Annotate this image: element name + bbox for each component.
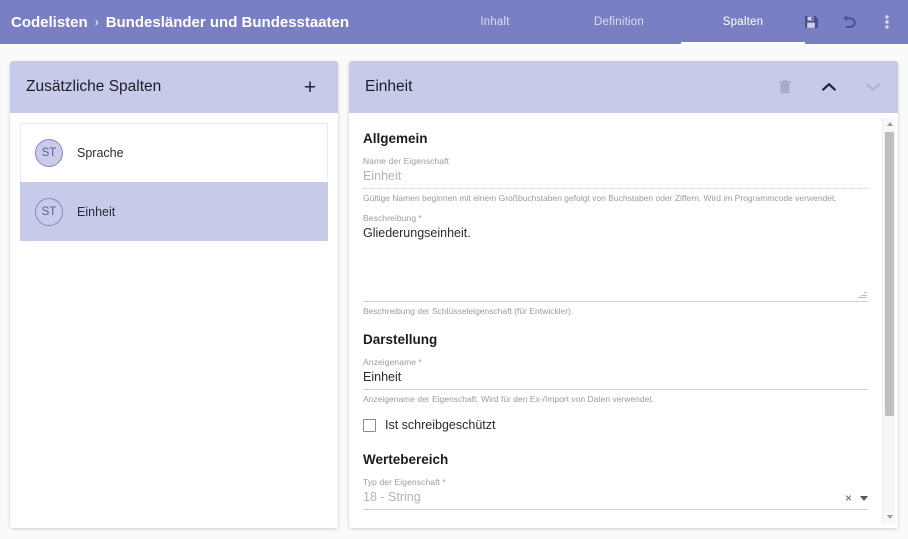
- more-vert-icon: [885, 15, 889, 29]
- caret-down-icon: [886, 515, 893, 519]
- undo-icon: [843, 15, 856, 28]
- list-item-einheit[interactable]: ST Einheit: [20, 182, 328, 241]
- scroll-down-button[interactable]: [883, 511, 896, 523]
- field-hint: Gültige Namen beginnen mit einem Großbuc…: [363, 193, 837, 203]
- delete-button[interactable]: [772, 74, 798, 100]
- column-detail-title: Einheit: [365, 78, 413, 95]
- field-beschreibung: Beschreibung * Gliederungseinheit. Besch…: [363, 213, 868, 316]
- list-item-label: Einheit: [77, 204, 116, 219]
- chevron-down-icon[interactable]: [860, 495, 868, 501]
- move-up-button[interactable]: [816, 74, 842, 100]
- tab-spalten[interactable]: Spalten: [681, 0, 805, 44]
- tab-spalten-label: Spalten: [722, 16, 764, 28]
- property-name-input[interactable]: Einheit: [363, 169, 868, 189]
- additional-columns-header: Zusätzliche Spalten +: [10, 61, 338, 113]
- chevron-up-icon: [822, 83, 836, 91]
- section-title-wertebereich: Wertebereich: [363, 452, 449, 467]
- field-label: Anzeigename *: [363, 357, 422, 367]
- readonly-checkbox[interactable]: [363, 418, 376, 432]
- column-detail-panel: Einheit Allgemein Name der Eigenschaft E…: [349, 61, 898, 528]
- field-anzeigename: Anzeigename * Einheit Anzeigename der Ei…: [363, 357, 868, 404]
- section-title-allgemein: Allgemein: [363, 131, 428, 146]
- field-label: Beschreibung *: [363, 213, 423, 223]
- readonly-checkbox-label: Ist schreibgeschützt: [385, 418, 496, 432]
- chevron-down-icon: [866, 83, 880, 91]
- list-item-sprache[interactable]: ST Sprache: [20, 123, 328, 182]
- delete-icon: [779, 79, 791, 94]
- field-label: Typ der Eigenschaft *: [363, 477, 446, 487]
- add-column-button[interactable]: +: [298, 75, 322, 99]
- avatar: ST: [35, 197, 63, 226]
- column-detail-form: Allgemein Name der Eigenschaft Einheit G…: [349, 113, 898, 528]
- additional-columns-title: Zusätzliche Spalten: [26, 78, 162, 95]
- column-list: ST Sprache ST Einheit: [10, 113, 338, 241]
- column-detail-header: Einheit: [349, 61, 898, 113]
- caret-up-icon: [886, 122, 893, 126]
- description-textarea[interactable]: Gliederungseinheit.: [363, 226, 868, 302]
- clear-icon[interactable]: ×: [845, 492, 852, 504]
- scroll-up-button[interactable]: [883, 118, 896, 130]
- tab-inhalt[interactable]: Inhalt: [433, 0, 557, 44]
- app-header-actions: [798, 0, 900, 44]
- tab-inhalt-label: Inhalt: [480, 16, 510, 28]
- save-icon: [805, 16, 818, 28]
- tab-definition-label: Definition: [594, 16, 644, 28]
- additional-columns-panel: Zusätzliche Spalten + ST Sprache ST Einh…: [10, 61, 338, 528]
- select-icons: ×: [845, 492, 868, 504]
- property-type-value: 18 - String: [363, 490, 421, 504]
- breadcrumb-separator-icon: ›: [94, 15, 99, 29]
- breadcrumb-current: Bundesländer und Bundesstaaten: [105, 13, 350, 31]
- tab-bar: Inhalt Definition Spalten: [433, 0, 805, 44]
- undo-button[interactable]: [836, 9, 862, 35]
- field-hint: Beschreibung der Schlüsseleigenschaft (f…: [363, 306, 574, 316]
- breadcrumb: Codelisten › Bundesländer und Bundesstaa…: [0, 14, 349, 31]
- move-down-button[interactable]: [860, 74, 886, 100]
- section-title-darstellung: Darstellung: [363, 332, 438, 347]
- field-label: Name der Eigenschaft: [363, 156, 450, 166]
- readonly-checkbox-row[interactable]: Ist schreibgeschützt: [363, 418, 868, 432]
- property-type-select[interactable]: 18 - String ×: [363, 490, 868, 510]
- list-item-label: Sprache: [77, 146, 124, 160]
- field-name-der-eigenschaft: Name der Eigenschaft Einheit Gültige Nam…: [363, 156, 868, 203]
- avatar: ST: [35, 139, 63, 167]
- save-button[interactable]: [798, 9, 824, 35]
- field-hint: Anzeigename der Eigenschaft. Wird für de…: [363, 394, 655, 404]
- detail-scrollbar[interactable]: [882, 118, 895, 523]
- tab-definition[interactable]: Definition: [557, 0, 681, 44]
- description-text: Gliederungseinheit.: [363, 226, 471, 240]
- field-typ-der-eigenschaft: Typ der Eigenschaft * 18 - String ×: [363, 477, 868, 510]
- more-menu-button[interactable]: [874, 9, 900, 35]
- scrollbar-thumb[interactable]: [885, 132, 894, 416]
- column-detail-actions: [772, 74, 886, 100]
- app-header: Codelisten › Bundesländer und Bundesstaa…: [0, 0, 908, 44]
- display-name-input[interactable]: Einheit: [363, 370, 868, 390]
- resize-handle-icon[interactable]: [858, 289, 867, 298]
- breadcrumb-root[interactable]: Codelisten: [11, 14, 88, 31]
